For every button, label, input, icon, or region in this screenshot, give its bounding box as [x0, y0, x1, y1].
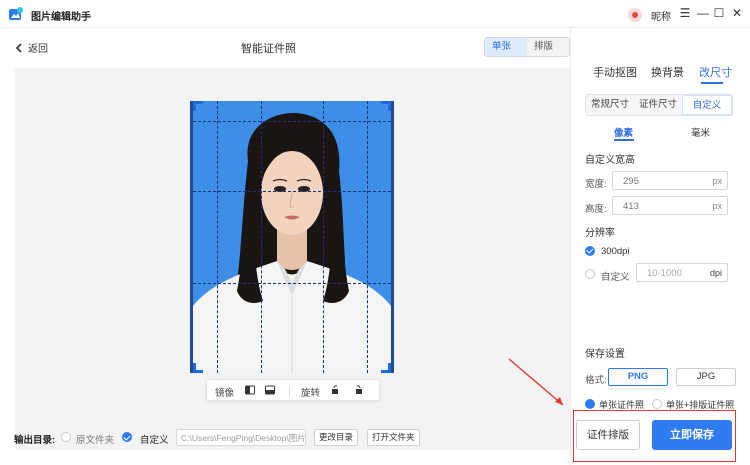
output-dir-label: 输出目录:: [14, 435, 56, 446]
tab-resize[interactable]: 改尺寸: [699, 64, 732, 80]
format-label: 格式:: [585, 375, 607, 386]
tab-id-size[interactable]: 证件尺寸: [634, 95, 682, 115]
guide-line: [193, 191, 391, 192]
radio-custom-dpi[interactable]: [585, 269, 595, 279]
app-title: 图片编辑助手: [31, 12, 91, 23]
guide-line: [193, 121, 391, 122]
width-unit: px: [712, 176, 722, 186]
guide-line: [367, 101, 368, 373]
crop-handle[interactable]: [381, 363, 391, 373]
mirror-label: 镜像: [215, 388, 235, 399]
radio-single-and-layout[interactable]: [652, 399, 662, 409]
flip-horizontal-icon[interactable]: [245, 385, 255, 395]
resolution-title: 分辨率: [585, 228, 615, 239]
back-button[interactable]: 返回: [15, 40, 48, 55]
radio-custom-folder[interactable]: [122, 432, 132, 442]
open-folder-button[interactable]: 打开文件夹: [367, 429, 420, 446]
width-input[interactable]: 295 px: [612, 171, 728, 190]
rotate-left-icon[interactable]: [331, 385, 341, 395]
flip-vertical-icon[interactable]: [265, 385, 275, 395]
original-folder-label[interactable]: 原文件夹: [76, 432, 114, 446]
page-title: 智能证件照: [241, 43, 296, 55]
format-jpg-button[interactable]: JPG: [676, 368, 736, 386]
portrait-image: [193, 113, 391, 373]
height-value: 413: [623, 201, 639, 212]
save-settings-title: 保存设置: [585, 349, 625, 360]
tab-unit-mm[interactable]: 毫米: [691, 125, 710, 139]
change-dir-button[interactable]: 更改目录: [314, 429, 359, 446]
crop-handle[interactable]: [193, 101, 203, 111]
transform-toolbar: 镜像 旋转: [206, 379, 380, 401]
dpi-300-label[interactable]: 300dpi: [601, 246, 630, 257]
dpi-custom-label[interactable]: 自定义: [601, 269, 630, 283]
id-photo-preview[interactable]: [190, 101, 394, 373]
guide-line: [261, 101, 262, 373]
app-logo-icon: [9, 7, 23, 20]
tab-unit-pixel[interactable]: 像素: [614, 125, 633, 139]
radio-original-folder[interactable]: [61, 432, 71, 442]
radio-single-photo[interactable]: [585, 399, 595, 409]
annotation-arrow-icon: [508, 358, 564, 406]
maximize-icon[interactable]: ☐: [712, 6, 726, 20]
settings-panel: 手动抠图 换背景 改尺寸 常规尺寸 证件尺寸 自定义 像素 毫米 自定义宽高 宽…: [570, 28, 750, 465]
tab-custom-size[interactable]: 自定义: [682, 95, 732, 115]
toolbar-divider: [289, 385, 290, 397]
format-png-button[interactable]: PNG: [608, 368, 668, 386]
user-nickname[interactable]: 昵称: [651, 8, 671, 23]
tab-manual-cutout[interactable]: 手动抠图: [593, 64, 637, 80]
rotate-right-icon[interactable]: [353, 385, 363, 395]
back-label: 返回: [28, 44, 48, 55]
chevron-left-icon: [15, 42, 22, 53]
tab-regular-size[interactable]: 常规尺寸: [586, 95, 634, 115]
guide-line: [217, 101, 218, 373]
width-value: 295: [623, 176, 639, 187]
custom-size-title: 自定义宽高: [585, 155, 635, 166]
tab-layout-photo[interactable]: 排版照: [527, 38, 569, 56]
mode-switch: 单张照 排版照: [484, 37, 570, 57]
crop-handle[interactable]: [381, 101, 391, 111]
menu-icon[interactable]: ☰: [678, 6, 692, 20]
radio-300dpi[interactable]: [585, 246, 595, 256]
rotate-label: 旋转: [301, 388, 321, 399]
unit-tab-indicator: [614, 139, 634, 141]
size-type-switch: 常规尺寸 证件尺寸 自定义: [585, 94, 733, 116]
title-bar: 图片编辑助手 昵称 ☰ — ☐ ✕: [0, 0, 750, 28]
custom-folder-label[interactable]: 自定义: [140, 432, 169, 446]
save-now-button[interactable]: 立即保存: [652, 420, 732, 450]
custom-dpi-input[interactable]: 10-1000 dpi: [636, 263, 728, 282]
tab-single-photo[interactable]: 单张照: [485, 38, 527, 56]
guide-line: [323, 101, 324, 373]
height-unit: px: [712, 201, 722, 211]
active-tab-indicator: [701, 82, 723, 84]
height-input[interactable]: 413 px: [612, 196, 728, 215]
output-bar: 输出目录: 原文件夹 自定义 C:\Users\FengPing\Desktop…: [0, 424, 570, 452]
height-label: 高度:: [585, 204, 607, 215]
dpi-unit: dpi: [709, 268, 722, 278]
crop-handle[interactable]: [193, 363, 203, 373]
tab-change-background[interactable]: 换背景: [651, 64, 684, 80]
custom-dpi-placeholder: 10-1000: [647, 268, 682, 279]
user-avatar-icon[interactable]: [628, 8, 642, 22]
output-path-input[interactable]: C:\Users\FengPing\Desktop\图片编: [176, 429, 306, 446]
close-icon[interactable]: ✕: [730, 6, 744, 20]
guide-line: [193, 283, 391, 284]
id-layout-button[interactable]: 证件排版: [576, 420, 640, 450]
width-label: 宽度:: [585, 179, 607, 190]
minimize-icon[interactable]: —: [696, 6, 710, 20]
